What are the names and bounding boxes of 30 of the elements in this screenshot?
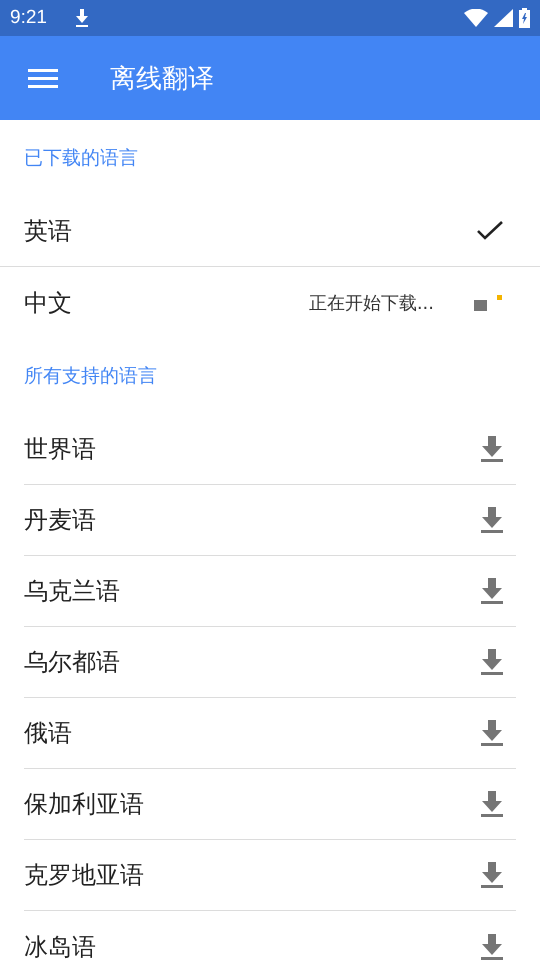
download-icon[interactable] <box>481 649 503 675</box>
wifi-icon <box>464 9 488 27</box>
download-icon[interactable] <box>481 578 503 604</box>
signal-icon <box>494 9 513 27</box>
battery-icon <box>519 8 530 28</box>
download-status: 正在开始下载... <box>308 292 434 314</box>
language-name[interactable]: 英语 <box>24 215 477 247</box>
checkmark-icon <box>477 221 503 241</box>
language-name[interactable]: 冰岛语 <box>24 930 481 960</box>
stop-icon[interactable] <box>474 294 502 310</box>
language-name[interactable]: 中文 <box>24 286 309 318</box>
download-icon[interactable] <box>481 720 503 746</box>
download-icon <box>74 9 89 27</box>
section-header: 已下载的语言 <box>24 146 138 171</box>
download-icon[interactable] <box>481 862 503 888</box>
app-title: 离线翻译 <box>110 62 214 96</box>
language-name[interactable]: 乌尔都语 <box>24 646 481 678</box>
language-name[interactable]: 俄语 <box>24 717 481 749</box>
language-name[interactable]: 克罗地亚语 <box>24 859 481 891</box>
status-time: 9:21 <box>10 7 47 29</box>
download-icon[interactable] <box>481 436 503 462</box>
language-name[interactable]: 乌克兰语 <box>24 575 481 607</box>
download-icon[interactable] <box>481 791 503 817</box>
download-icon[interactable] <box>481 934 503 960</box>
language-name[interactable]: 世界语 <box>24 433 481 465</box>
language-name[interactable]: 保加利亚语 <box>24 788 481 820</box>
download-icon[interactable] <box>481 507 503 533</box>
menu-icon[interactable] <box>28 68 58 88</box>
section-header: 所有支持的语言 <box>24 364 157 389</box>
language-name[interactable]: 丹麦语 <box>24 504 481 536</box>
